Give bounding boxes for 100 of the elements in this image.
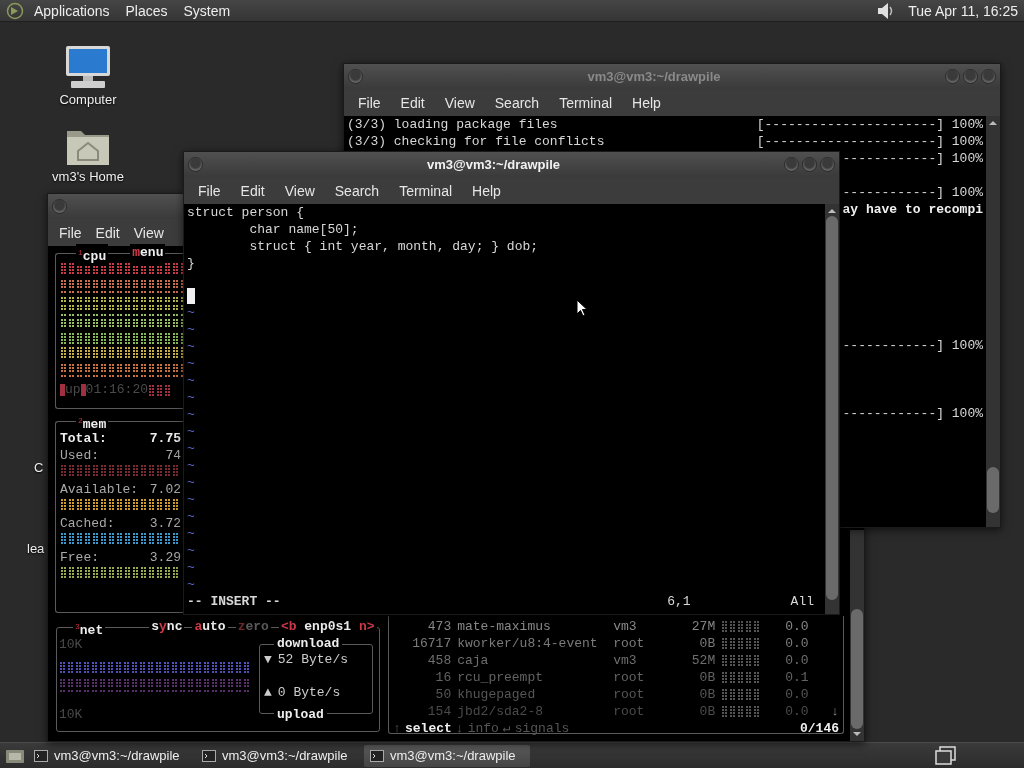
code-line: char name[50];: [248, 221, 359, 238]
empty-line-marker: ~: [187, 508, 195, 525]
menu-item[interactable]: View: [126, 224, 171, 241]
user-cell-text: root: [613, 669, 646, 686]
key-hint: ↑: [393, 720, 401, 737]
scrollbar-thumb[interactable]: [826, 216, 838, 600]
window-menu-button[interactable]: [52, 199, 67, 214]
upload-label: upload: [274, 706, 327, 723]
user-cell-text: root: [613, 635, 646, 652]
empty-line-marker: ~: [187, 474, 195, 491]
scrollbar-thumb[interactable]: [851, 609, 863, 729]
taskbar-button[interactable]: vm3@vm3:~/drawpile: [364, 744, 530, 767]
scrollbar[interactable]: [850, 530, 864, 741]
menu-item[interactable]: File: [348, 94, 391, 111]
panel-title: $^{1}$cpu: [76, 244, 109, 266]
download-rate: 52 Byte/s: [277, 651, 349, 668]
scroll-down-arrow-icon[interactable]: [851, 729, 863, 739]
maximize-button[interactable]: [963, 69, 978, 84]
window-menu-button[interactable]: [348, 69, 363, 84]
desktop-icon-label[interactable]: C: [34, 460, 44, 475]
menu-item[interactable]: Terminal: [389, 182, 463, 199]
memory-value: 3.29: [149, 549, 181, 566]
menu-item[interactable]: Terminal: [549, 94, 623, 111]
memory-cell-text: 0B: [698, 669, 716, 686]
menu-item[interactable]: File: [52, 224, 89, 241]
empty-line-marker: ~: [187, 440, 195, 457]
empty-line-marker: ~: [187, 338, 195, 355]
block-icon: [80, 383, 86, 396]
panel-menu[interactable]: Applications: [28, 2, 116, 19]
pid-cell-text: 16717: [411, 635, 452, 652]
code-line: struct person {: [187, 204, 305, 221]
memory-label: Free:: [60, 549, 99, 566]
empty-line-marker: ~: [187, 457, 195, 474]
uptime-label: up: [65, 381, 81, 398]
user-cell-text: vm3: [613, 618, 638, 635]
scale-label: 10K: [59, 706, 84, 723]
progress-bar-text: [----------------------] 100%: [756, 133, 983, 150]
menu-item[interactable]: View: [274, 182, 325, 199]
menu-item[interactable]: Edit: [88, 224, 127, 241]
empty-line-marker: ~: [187, 372, 195, 389]
workspace-switcher-icon[interactable]: [934, 745, 958, 766]
memory-cell-text: 27M: [690, 618, 716, 635]
user-cell-text: root: [613, 686, 646, 703]
memory-label: Used:: [60, 447, 99, 464]
minimize-button[interactable]: [784, 157, 799, 172]
empty-line-marker: ~: [187, 525, 195, 542]
empty-line-marker: ~: [187, 559, 195, 576]
menu-item[interactable]: Search: [484, 94, 550, 111]
cpu-cell-text: 0.0: [785, 703, 810, 720]
scrollbar[interactable]: [825, 204, 839, 614]
process-name-cell-text: caja: [457, 652, 490, 669]
empty-line-marker: ~: [187, 576, 195, 593]
menu-item[interactable]: File: [188, 182, 231, 199]
process-name-cell-text: mate-maximus: [457, 618, 552, 635]
progress-bar-text: ------------] 100%: [842, 184, 983, 201]
menu-item[interactable]: View: [434, 94, 485, 111]
memory-label: Cached:: [60, 515, 115, 532]
menu-label[interactable]: menu: [130, 244, 166, 266]
window-menu-button[interactable]: [188, 157, 203, 172]
panel-menu[interactable]: Places: [119, 2, 174, 19]
uptime-value: 01:16:20: [85, 381, 149, 398]
clock[interactable]: Tue Apr 11, 16:25: [908, 2, 1018, 19]
menu-item[interactable]: Search: [324, 182, 390, 199]
scrollbar[interactable]: [986, 116, 1000, 527]
maximize-button[interactable]: [802, 157, 817, 172]
memory-cell-text: 0B: [698, 686, 716, 703]
memory-label: Available:: [60, 481, 138, 498]
terminal-icon: [34, 749, 48, 762]
scrollbar-thumb[interactable]: [987, 466, 999, 513]
menu-item[interactable]: Help: [622, 94, 671, 111]
memory-value: 7.75: [149, 430, 181, 447]
menu-item[interactable]: Help: [462, 182, 511, 199]
pid-cell-text: 50: [434, 686, 452, 703]
memory-cell-text: 0B: [698, 635, 716, 652]
menu-item[interactable]: Edit: [390, 94, 435, 111]
scroll-position: All: [790, 593, 814, 610]
menu-item[interactable]: Edit: [230, 182, 275, 199]
memory-value: 3.72: [149, 515, 181, 532]
scroll-up-arrow-icon[interactable]: [987, 118, 999, 128]
memory-value: 74: [165, 447, 181, 464]
empty-line-marker: ~: [187, 321, 195, 338]
code-line: }: [187, 255, 195, 272]
download-arrow-icon: ▼: [264, 651, 272, 668]
desktop-icon-label[interactable]: Computer: [59, 92, 117, 107]
scroll-up-arrow-icon[interactable]: [826, 206, 838, 216]
code-line: struct { int year, month, day; } dob;: [248, 238, 539, 255]
process-name-cell-text: jbd2/sda2-8: [457, 703, 544, 720]
minimize-button[interactable]: [945, 69, 960, 84]
panel-menu[interactable]: System: [177, 2, 237, 19]
taskbar-button[interactable]: vm3@vm3:~/drawpile: [28, 744, 194, 767]
desktop-icon-label[interactable]: lea: [27, 541, 45, 556]
desktop-icon-label[interactable]: vm3's Home: [52, 169, 124, 184]
cursor-position: 6,1: [667, 593, 691, 610]
mouse-pointer-icon: [576, 299, 588, 317]
close-button[interactable]: [981, 69, 996, 84]
action-label[interactable]: select: [405, 720, 452, 737]
progress-bar-text: [----------------------] 100%: [756, 116, 983, 133]
empty-line-marker: ~: [187, 389, 195, 406]
taskbar-button[interactable]: vm3@vm3:~/drawpile: [196, 744, 362, 767]
close-button[interactable]: [820, 157, 835, 172]
